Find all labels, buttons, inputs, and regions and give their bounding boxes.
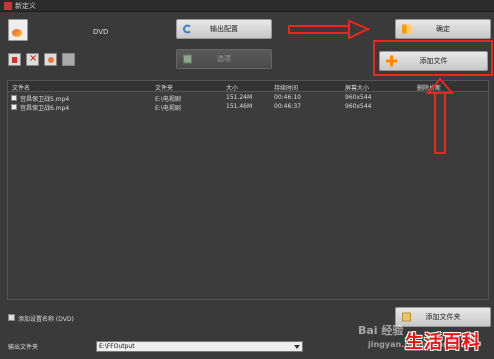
add-file-label: 添加文件: [419, 57, 448, 65]
column-header-name[interactable]: 文件名: [12, 83, 30, 92]
file-name: 宫昌保卫战5.mp4: [20, 96, 70, 103]
clear-list-icon[interactable]: [44, 53, 57, 66]
options-icon: [183, 54, 192, 64]
file-info-icon[interactable]: [62, 53, 75, 66]
file-resolution: 960x544: [345, 94, 372, 101]
column-header-folder[interactable]: 文件夹: [155, 83, 173, 92]
chevron-down-icon: [294, 345, 300, 349]
output-folder-select[interactable]: E:\FFOutput: [96, 341, 303, 352]
table-row[interactable]: 宫昌保卫战6.mp4 E:\电视剧 151.46M 00:46:37 960x5…: [8, 103, 488, 112]
file-resolution: 960x544: [345, 103, 372, 110]
column-header-resolution[interactable]: 屏幕大小: [345, 83, 369, 92]
file-size: 151.46M: [226, 103, 253, 110]
output-folder-value: E:\FFOutput: [99, 343, 135, 350]
annotation-arrow-shaft: [288, 25, 350, 34]
add-folder-button[interactable]: 添加文件夹: [395, 307, 491, 327]
lifestyle-logo: 生活百科: [405, 332, 481, 353]
file-folder: E:\电视剧: [155, 105, 181, 112]
add-profile-name-checkbox[interactable]: [8, 314, 15, 321]
add-folder-label: 添加文件夹: [425, 313, 461, 321]
options-button[interactable]: 选项: [176, 49, 272, 69]
add-profile-name-label: 添加设置名称 (DVD): [18, 316, 74, 323]
row-checkbox[interactable]: [11, 104, 17, 110]
app-icon: [4, 2, 12, 10]
plus-icon: [386, 55, 397, 67]
profile-icon: [8, 19, 28, 41]
file-duration: 00:46:10: [274, 94, 301, 101]
file-folder: E:\电视剧: [155, 96, 181, 103]
add-file-button[interactable]: 添加文件: [379, 51, 488, 71]
profile-name: DVD: [93, 28, 109, 36]
title-bar: 新定义: [0, 0, 494, 12]
column-header-size[interactable]: 大小: [226, 83, 238, 92]
options-label: 选项: [217, 55, 231, 63]
output-folder-label: 输出文件夹: [8, 344, 39, 351]
window-title: 新定义: [15, 2, 36, 10]
folder-icon: [402, 312, 411, 322]
confirm-label: 确定: [436, 25, 450, 33]
confirm-icon: [402, 24, 411, 34]
confirm-button[interactable]: 确定: [395, 19, 491, 39]
row-checkbox[interactable]: [11, 95, 17, 101]
column-header-delete[interactable]: 删除片断: [417, 83, 441, 92]
file-duration: 00:46:37: [274, 103, 301, 110]
file-name: 宫昌保卫战6.mp4: [20, 105, 70, 112]
remove-file-icon[interactable]: [26, 53, 39, 66]
file-list[interactable]: 文件名 文件夹 大小 持续时间 屏幕大小 删除片断 宫昌保卫战5.mp4 E:\…: [7, 80, 489, 300]
file-size: 151.24M: [226, 94, 253, 101]
annotation-arrow-head: [348, 19, 371, 40]
table-row[interactable]: 宫昌保卫战5.mp4 E:\电视剧 151.24M 00:46:10 960x5…: [8, 94, 488, 103]
settings-icon: [183, 24, 192, 34]
file-list-header: 文件名 文件夹 大小 持续时间 屏幕大小 删除片断: [8, 81, 488, 92]
baidu-watermark: Bai 经验: [358, 324, 404, 337]
column-header-duration[interactable]: 持续时间: [274, 83, 298, 92]
play-clip-icon[interactable]: [8, 53, 21, 66]
output-settings-label: 输出配置: [210, 25, 238, 33]
output-settings-button[interactable]: 输出配置: [176, 19, 272, 39]
